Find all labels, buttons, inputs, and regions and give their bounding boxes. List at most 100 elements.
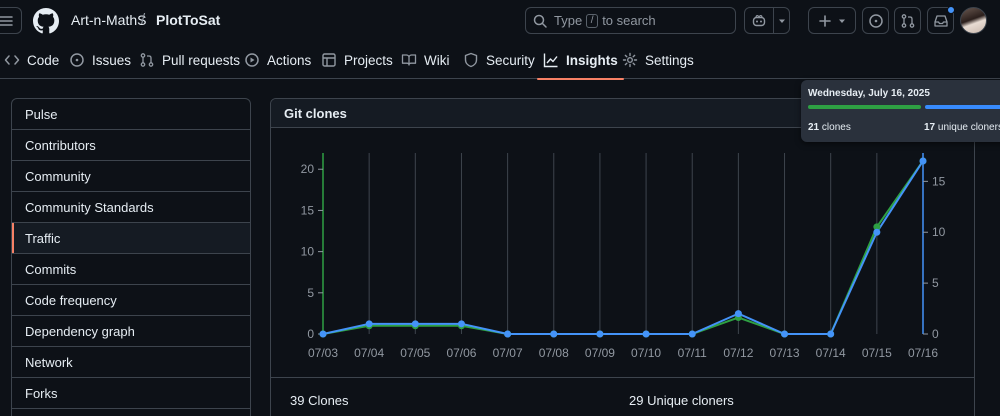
search-input[interactable]: Type / to search: [525, 7, 736, 34]
copilot-icon: [752, 14, 766, 26]
tooltip-clones: 21 clones: [808, 122, 851, 133]
tab-actions-label: Actions: [267, 52, 312, 68]
tooltip-date: Wednesday, July 16, 2025: [808, 88, 930, 99]
code-icon: [4, 55, 20, 65]
x-tick-label: 07/10: [631, 346, 661, 360]
copilot-button[interactable]: [745, 8, 775, 33]
repo-owner-link[interactable]: Art-n-MathS: [71, 12, 146, 28]
data-point-unique-cloners: [827, 330, 835, 338]
tab-actions[interactable]: Actions: [244, 41, 311, 79]
sidebar-item-network[interactable]: Network: [12, 347, 250, 378]
sidebar-item-pulse[interactable]: Pulse: [12, 99, 250, 130]
search-placeholder-suffix: to search: [602, 13, 656, 28]
create-new-button[interactable]: [808, 7, 856, 34]
repo-name-link[interactable]: PlotToSat: [156, 12, 220, 28]
tab-security[interactable]: Security: [463, 41, 535, 79]
sidebar-item-community-standards[interactable]: Community Standards: [12, 192, 250, 223]
path-separator: /: [141, 11, 146, 28]
tab-issues[interactable]: Issues: [69, 41, 131, 79]
copilot-dropdown-button[interactable]: [774, 8, 789, 33]
graph-icon: [543, 53, 558, 68]
sidebar-item-contributors[interactable]: Contributors: [12, 130, 250, 161]
pull-request-icon: [140, 53, 154, 67]
y-left-tick-label: 10: [301, 245, 315, 259]
git-clones-chart[interactable]: 0 5 10 15 20 0 5 10 15 07/03 07/04 07/05 07/06 07/07 0…: [271, 128, 974, 377]
y-left-tick-label: 20: [301, 162, 315, 176]
x-tick-label: 07/03: [308, 346, 338, 360]
tab-settings[interactable]: Settings: [622, 41, 694, 79]
sidebar-item-forks[interactable]: Forks: [12, 378, 250, 409]
tooltip-clones-value: 21: [808, 122, 820, 133]
data-point-unique-cloners: [596, 330, 604, 338]
x-tick-label: 07/13: [770, 346, 800, 360]
tab-code[interactable]: Code: [4, 41, 59, 79]
data-point-unique-cloners: [365, 320, 373, 328]
y-right-tick-label: 0: [932, 327, 939, 341]
x-tick-label: 07/04: [354, 346, 384, 360]
pull-requests-button[interactable]: [894, 7, 921, 34]
search-icon: [533, 14, 547, 28]
copilot-button-group: [744, 7, 790, 34]
data-point-unique-cloners: [642, 330, 650, 338]
sidebar-item-dependency-graph[interactable]: Dependency graph: [12, 316, 250, 347]
series-line-unique-cloners: [322, 160, 924, 335]
data-point-unique-cloners: [734, 310, 742, 318]
x-tick-label: 07/07: [493, 346, 523, 360]
tooltip-clones-label: clones: [821, 122, 851, 133]
data-point-unique-cloners: [781, 330, 789, 338]
unique-cloners-total: 29 Unique cloners: [629, 393, 734, 408]
x-tick-label: 07/11: [678, 346, 707, 360]
github-logo-icon[interactable]: [33, 8, 59, 34]
sidebar-item-code-frequency[interactable]: Code frequency: [12, 285, 250, 316]
tooltip-unique: 17 unique cloners: [924, 122, 1000, 133]
tab-pull-requests[interactable]: Pull requests: [139, 41, 240, 79]
pull-request-icon: [901, 13, 914, 28]
notification-indicator: [947, 6, 955, 14]
x-tick-label: 07/05: [400, 346, 430, 360]
y-right-tick-label: 15: [932, 174, 946, 188]
chart-tooltip: Wednesday, July 16, 2025 21 clones 17 un…: [801, 80, 1000, 142]
sidebar-item-community[interactable]: Community: [12, 161, 250, 192]
y-left-tick-label: 5: [307, 286, 314, 300]
menu-button[interactable]: [0, 7, 22, 34]
plus-icon: [819, 14, 831, 27]
series-line-clones: [322, 160, 924, 335]
x-tick-label: 07/09: [585, 346, 615, 360]
search-shortcut-key: /: [586, 13, 599, 28]
x-tick-label: 07/16: [908, 346, 938, 360]
data-point-unique-cloners: [457, 320, 465, 328]
issue-opened-icon: [868, 13, 883, 28]
tab-pull-requests-label: Pull requests: [162, 52, 241, 68]
tab-code-label: Code: [27, 52, 60, 68]
tab-security-label: Security: [486, 52, 535, 68]
sidebar-item-commits[interactable]: Commits: [12, 254, 250, 285]
book-icon: [401, 54, 417, 66]
inbox-icon: [933, 14, 948, 27]
tab-insights[interactable]: Insights: [537, 41, 624, 80]
notifications-button[interactable]: [927, 6, 955, 34]
data-point-unique-cloners: [504, 330, 512, 338]
y-left-tick-label: 15: [301, 203, 315, 217]
tooltip-clones-bar: [808, 105, 921, 109]
y-left-tick-label: 0: [307, 327, 314, 341]
clones-total: 39 Clones: [290, 393, 349, 408]
tooltip-unique-value: 17: [924, 122, 936, 133]
issues-button[interactable]: [862, 7, 889, 34]
data-point-unique-cloners: [873, 228, 881, 236]
data-point-unique-cloners: [550, 330, 558, 338]
tab-issues-label: Issues: [92, 52, 132, 68]
tooltip-unique-bar: [925, 105, 1000, 109]
data-point-unique-cloners: [688, 330, 696, 338]
tab-projects[interactable]: Projects: [321, 41, 393, 79]
data-point-unique-cloners: [919, 157, 927, 165]
sidebar-item-traffic[interactable]: Traffic: [12, 223, 250, 254]
y-right-tick-label: 5: [932, 276, 939, 290]
x-tick-label: 07/08: [539, 346, 569, 360]
repo-navigation: Code Issues Pull requests Actions Projec…: [0, 41, 1000, 80]
table-icon: [322, 53, 336, 67]
tab-wiki[interactable]: Wiki: [401, 41, 450, 79]
data-point-unique-cloners: [411, 320, 419, 328]
triangle-down-icon: [839, 19, 845, 23]
tooltip-unique-label: unique cloners: [937, 122, 1000, 133]
user-avatar[interactable]: [960, 7, 987, 34]
